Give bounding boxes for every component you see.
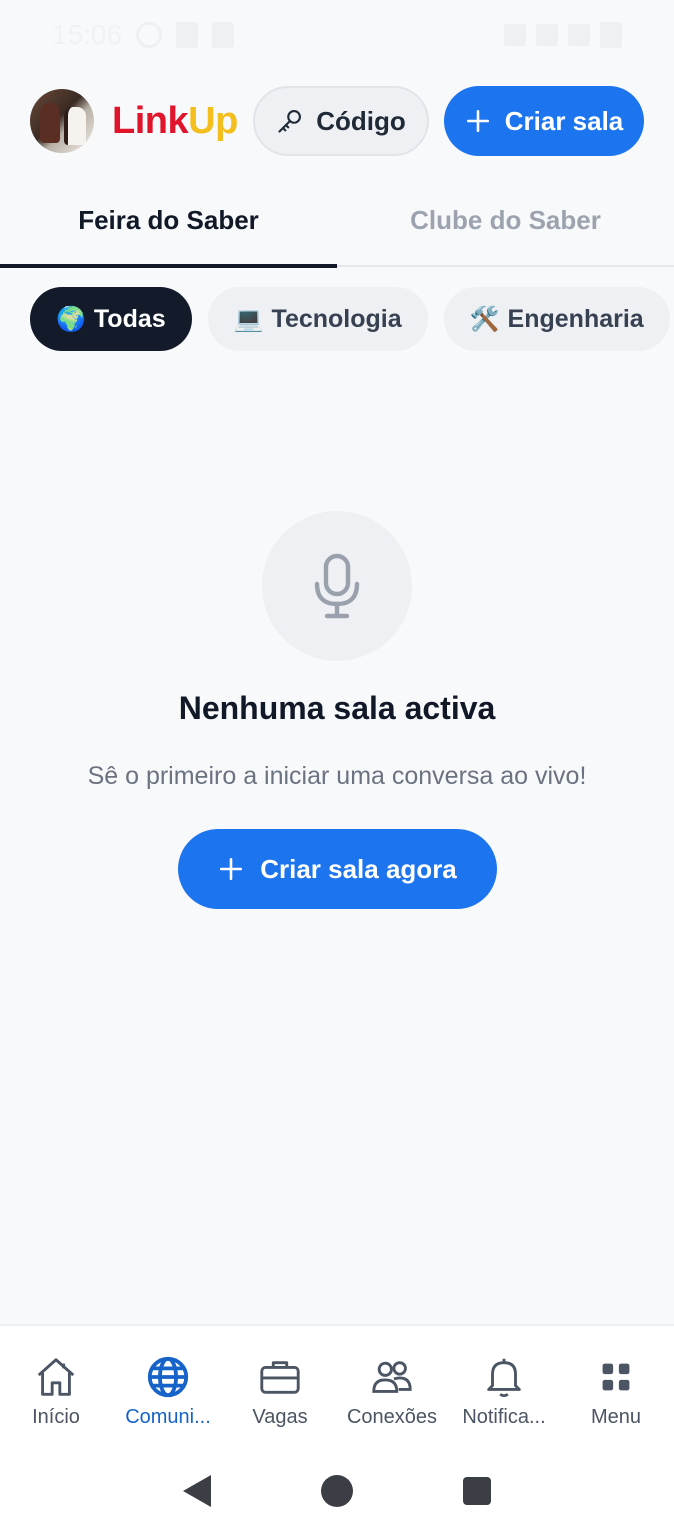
code-button[interactable]: Código <box>253 86 429 156</box>
nav-label: Vagas <box>252 1406 308 1428</box>
tools-emoji-icon: 🛠️ <box>469 305 500 333</box>
wifi-icon <box>536 24 558 46</box>
sim-icon <box>212 22 235 48</box>
nav-item-inicio[interactable]: Início <box>0 1326 112 1446</box>
home-icon <box>37 1358 75 1396</box>
avatar[interactable] <box>30 89 94 153</box>
nav-label: Conexões <box>346 1406 438 1428</box>
create-room-now-label: Criar sala agora <box>260 853 457 884</box>
logo-text-link: Link <box>112 99 189 142</box>
tab-clube-do-saber[interactable]: Clube do Saber <box>337 176 674 265</box>
signal-icon <box>568 24 590 46</box>
tab-bar: Feira do Saber Clube do Saber <box>0 176 674 268</box>
tab-label: Clube do Saber <box>410 205 601 235</box>
home-button-icon[interactable] <box>321 1475 353 1507</box>
briefcase-icon <box>260 1361 300 1394</box>
chip-label: Todas <box>93 304 166 333</box>
chip-label: Engenharia <box>507 304 644 333</box>
nav-item-notificacoes[interactable]: Notifica... <box>448 1326 560 1446</box>
create-room-now-button[interactable]: Criar sala agora <box>178 829 497 909</box>
nav-label: Notifica... <box>462 1406 546 1428</box>
chip-tecnologia[interactable]: 💻 Tecnologia <box>207 287 428 351</box>
empty-state-icon-circle <box>262 511 412 661</box>
recents-icon[interactable] <box>463 1477 491 1505</box>
chip-todas[interactable]: 🌍 Todas <box>30 287 192 351</box>
grid-icon <box>602 1363 630 1391</box>
mail-icon <box>176 22 199 48</box>
laptop-emoji-icon: 💻 <box>233 305 264 333</box>
nav-item-vagas[interactable]: Vagas <box>224 1326 336 1446</box>
tab-label: Feira do Saber <box>78 205 259 235</box>
bell-icon <box>487 1358 521 1398</box>
nav-label: Menu <box>590 1406 642 1428</box>
status-left: 15:06 <box>52 19 235 51</box>
nav-label: Início <box>32 1406 80 1428</box>
chip-engenharia[interactable]: 🛠️ Engenharia <box>443 287 670 351</box>
microphone-icon <box>314 553 360 619</box>
app-header: LinkUp Código Criar sala <box>0 86 674 156</box>
people-icon <box>372 1361 412 1393</box>
globe-icon <box>147 1356 189 1398</box>
status-bar: 15:06 <box>0 0 674 70</box>
logo-text-up: Up <box>188 99 238 142</box>
empty-state-title: Nenhuma sala activa <box>178 690 496 726</box>
battery-icon <box>600 22 622 48</box>
nav-item-conexoes[interactable]: Conexões <box>336 1326 448 1446</box>
create-room-button[interactable]: Criar sala <box>444 86 644 156</box>
tab-feira-do-saber[interactable]: Feira do Saber <box>0 176 337 268</box>
globe-emoji-icon: 🌍 <box>56 305 86 333</box>
bottom-navigation: Início Comuni... Vagas Conexões Notifica… <box>0 1324 674 1446</box>
nav-item-menu[interactable]: Menu <box>560 1326 672 1446</box>
back-icon[interactable] <box>183 1475 211 1507</box>
whatsapp-icon <box>136 22 163 48</box>
key-icon <box>278 110 302 133</box>
plus-icon <box>220 857 243 881</box>
empty-state-subtitle: Sê o primeiro a iniciar uma conversa ao … <box>87 762 587 790</box>
create-room-label: Criar sala <box>504 105 624 136</box>
code-button-label: Código <box>316 105 406 136</box>
system-navigation <box>0 1446 674 1536</box>
status-right <box>504 22 622 48</box>
nav-label: Comuni... <box>125 1406 211 1428</box>
nav-item-comunidade[interactable]: Comuni... <box>112 1326 224 1446</box>
app-logo: LinkUp <box>112 100 238 143</box>
mute-icon <box>504 24 526 46</box>
category-filter: 🌍 Todas 💻 Tecnologia 🛠️ Engenharia <box>30 287 674 351</box>
status-time: 15:06 <box>52 19 123 50</box>
chip-label: Tecnologia <box>271 304 402 333</box>
plus-icon <box>466 109 489 133</box>
